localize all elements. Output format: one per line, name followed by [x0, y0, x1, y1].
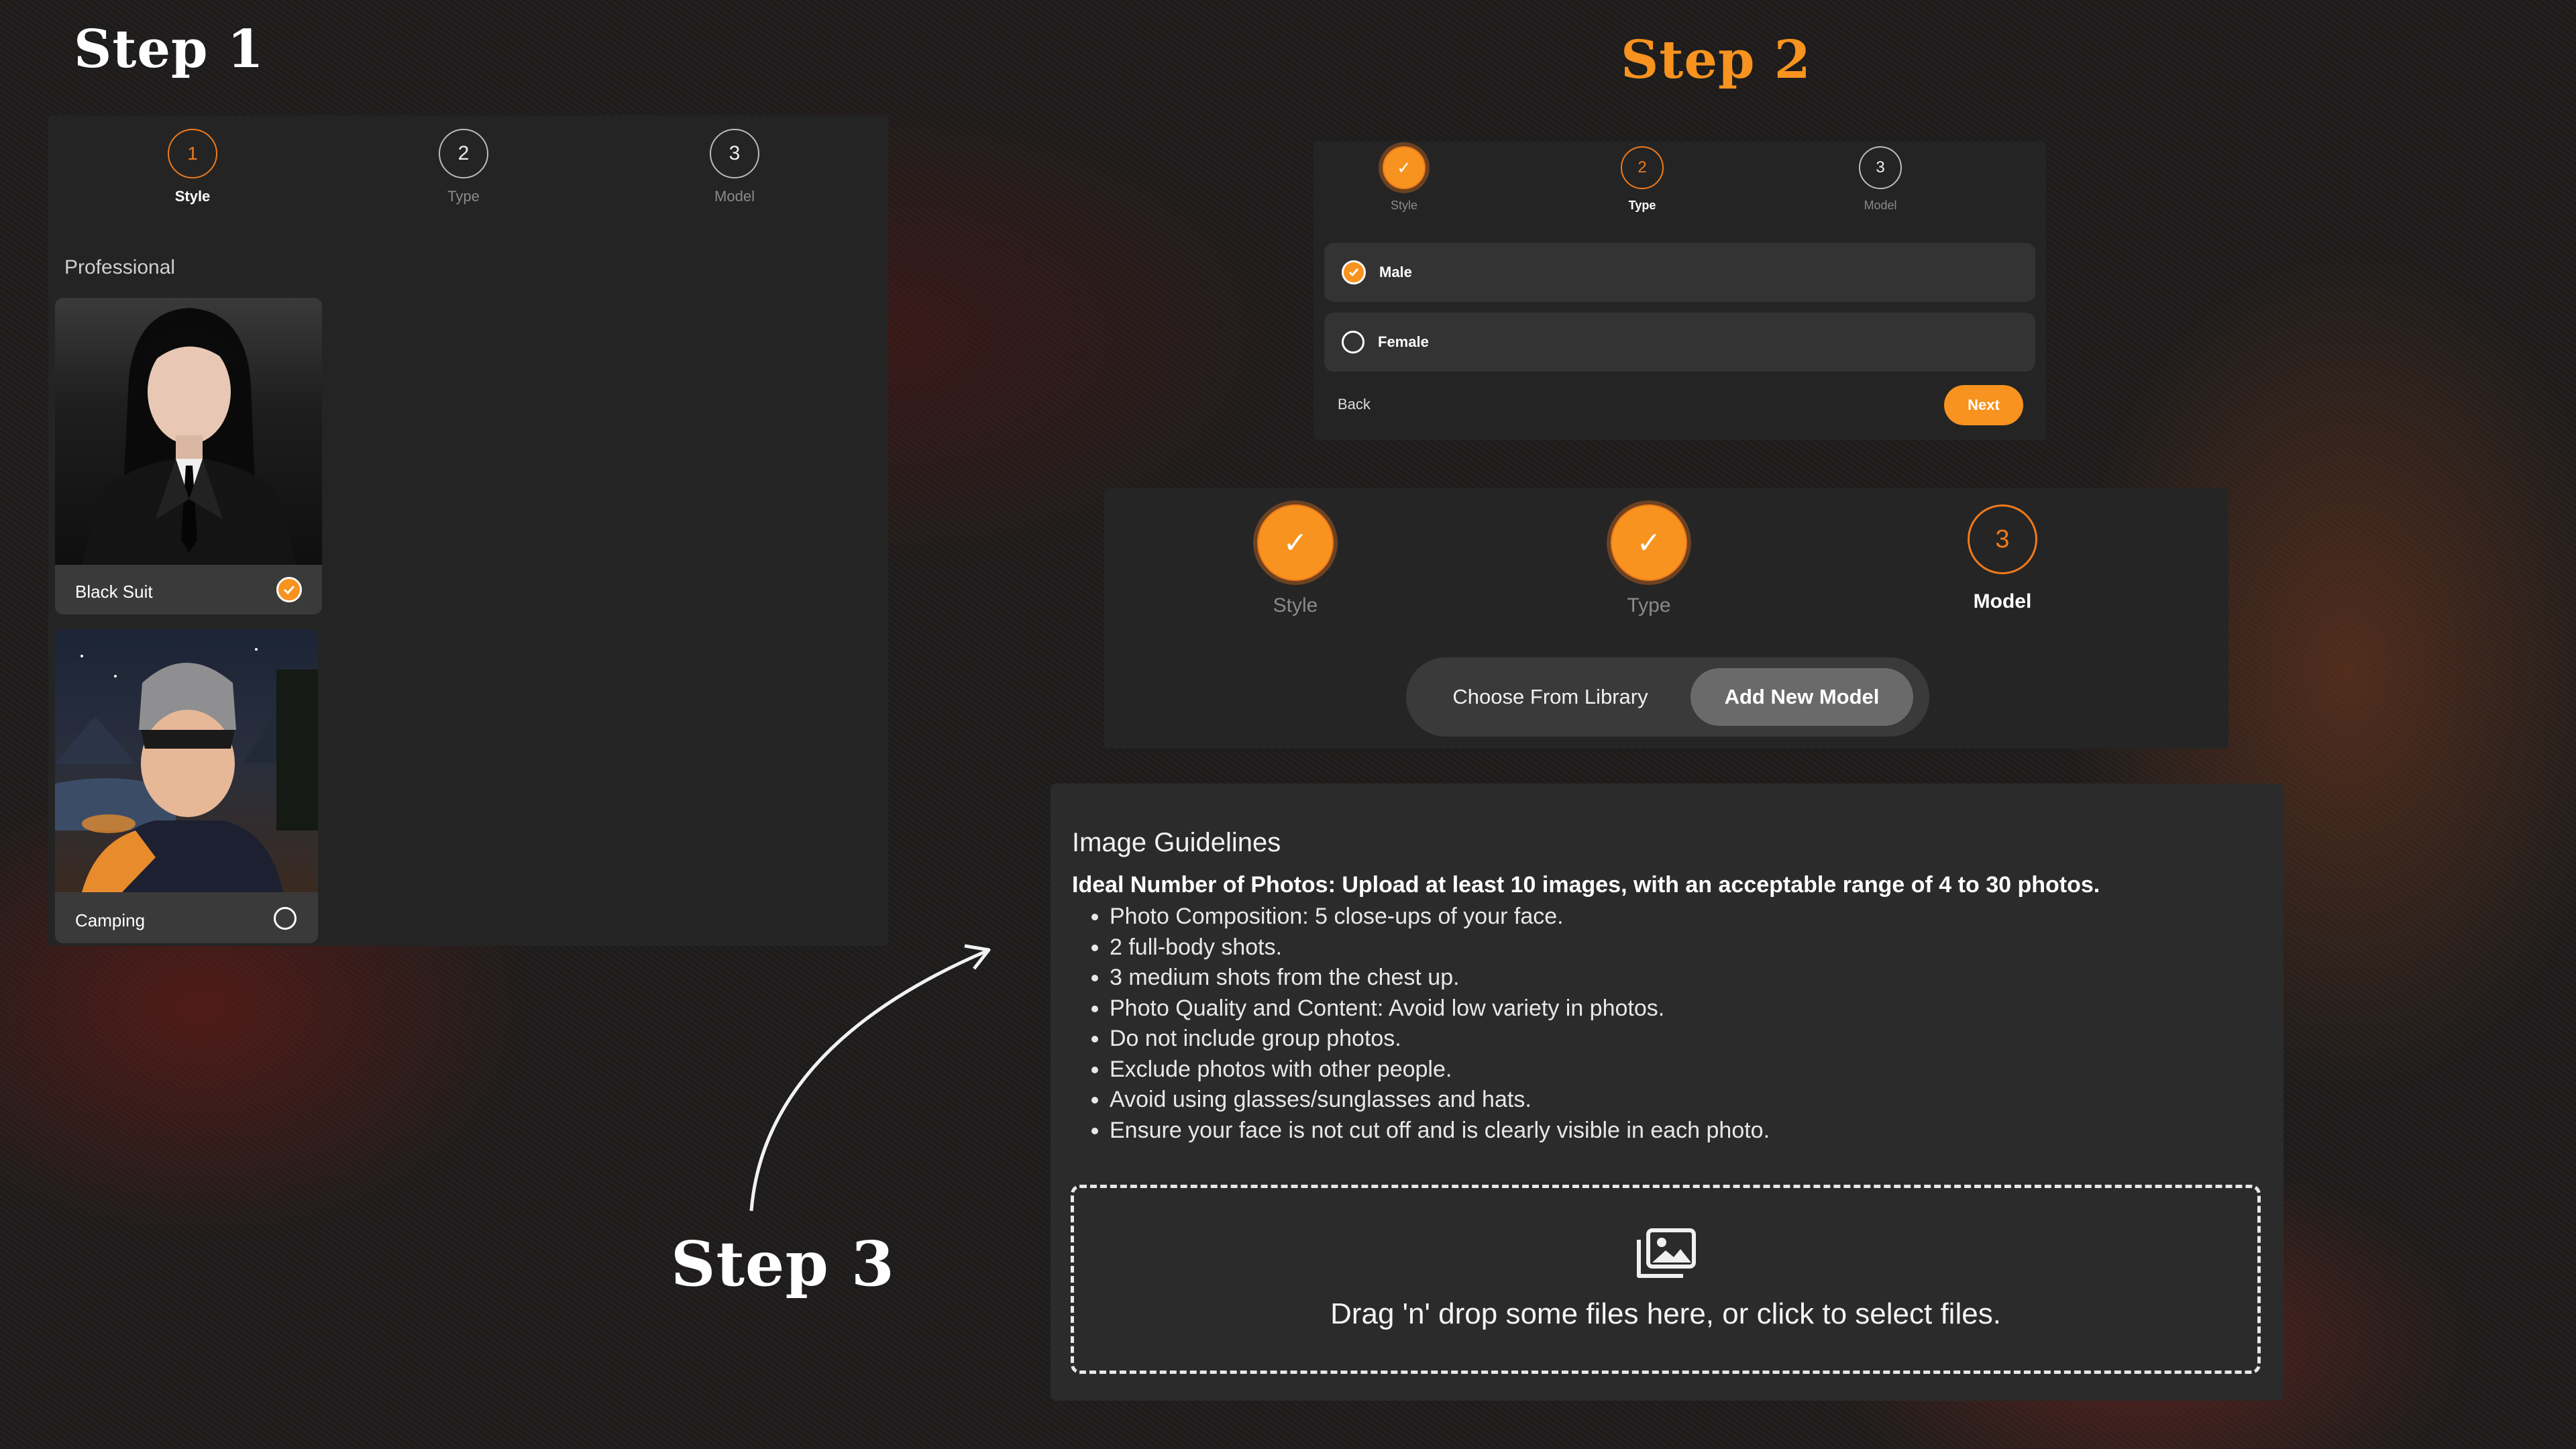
list-item: Exclude photos with other people.: [1110, 1055, 2253, 1085]
step2-title: Step 2: [1621, 30, 1811, 91]
choose-from-library-tab[interactable]: Choose From Library: [1419, 668, 1681, 726]
back-button[interactable]: Back: [1338, 396, 1371, 413]
list-item: Photo Quality and Content: Avoid low var…: [1110, 994, 2253, 1024]
list-item: Photo Composition: 5 close-ups of your f…: [1110, 902, 2253, 932]
list-item: Avoid using glasses/sunglasses and hats.: [1110, 1085, 2253, 1116]
selected-check-icon: [1342, 260, 1366, 284]
next-button[interactable]: Next: [1944, 385, 2023, 425]
step3-step-style[interactable]: ✓ Style: [1252, 504, 1339, 617]
unselected-radio-icon: [1342, 331, 1364, 354]
style-card-camping[interactable]: Camping: [55, 629, 318, 943]
step2-panel: ✓ Style 2 Type 3 Model Male Female Back …: [1313, 141, 2046, 440]
step2-step-type[interactable]: 2 Type: [1619, 146, 1666, 213]
step-label: Type: [1627, 594, 1671, 616]
guidelines-intro: Ideal Number of Photos: Upload at least …: [1072, 872, 2100, 898]
model-source-toggle: Choose From Library Add New Model: [1406, 657, 1929, 737]
step-circle: 3: [1859, 146, 1902, 189]
list-item: 3 medium shots from the chest up.: [1110, 963, 2253, 994]
step2-stepper: ✓ Style 2 Type 3 Model: [1381, 146, 1904, 213]
step-label: Model: [714, 188, 755, 205]
camping-illustration: [55, 648, 318, 892]
option-male[interactable]: Male: [1324, 243, 2035, 302]
camping-photo: [55, 629, 318, 892]
option-label: Male: [1379, 264, 1412, 280]
list-item: Ensure your face is not cut off and is c…: [1110, 1116, 2253, 1146]
section-label: Professional: [64, 256, 176, 278]
step1-panel: 1 Style 2 Type 3 Model Professional Blac…: [48, 115, 888, 946]
step-label: Model: [1973, 590, 2032, 612]
step-circle: 3: [710, 129, 759, 178]
step-label: Type: [1628, 199, 1656, 212]
curved-arrow-icon: [749, 944, 991, 1212]
dropzone-text: Drag 'n' drop some files here, or click …: [1330, 1297, 2001, 1330]
step-circle: 3: [1968, 504, 2037, 574]
guidelines-list: Photo Composition: 5 close-ups of your f…: [1072, 902, 2253, 1146]
image-upload-icon: [1633, 1228, 1698, 1281]
step3-header-panel: ✓ Style ✓ Type 3 Model Choose From Libra…: [1104, 488, 2229, 749]
option-label: Female: [1378, 333, 1429, 350]
guidelines-list-wrap: Photo Composition: 5 close-ups of your f…: [1072, 902, 2253, 1146]
guidelines-heading: Image Guidelines: [1072, 828, 1281, 857]
option-female[interactable]: Female: [1324, 313, 2035, 372]
selected-check-icon[interactable]: [276, 577, 302, 602]
black-suit-photo: [55, 298, 322, 565]
step3-step-model[interactable]: 3 Model: [1959, 504, 2046, 617]
step-label: Model: [1864, 199, 1897, 212]
step1-title: Step 1: [74, 19, 264, 80]
step-check-icon: ✓: [1257, 504, 1334, 581]
step-label: Style: [1273, 594, 1318, 616]
list-item: Do not include group photos.: [1110, 1024, 2253, 1055]
step3-stepper: ✓ Style ✓ Type 3 Model: [1252, 504, 2046, 617]
file-dropzone[interactable]: Drag 'n' drop some files here, or click …: [1071, 1185, 2261, 1374]
step-circle: 2: [1621, 146, 1664, 189]
step1-stepper: 1 Style 2 Type 3 Model: [162, 129, 765, 205]
list-item: 2 full-body shots.: [1110, 932, 2253, 963]
style-card-black-suit[interactable]: Black Suit: [55, 298, 322, 614]
step2-step-model[interactable]: 3 Model: [1857, 146, 1904, 213]
card-label: Camping: [75, 910, 146, 930]
step1-step-type[interactable]: 2 Type: [433, 129, 494, 205]
step3-upload-panel: Image Guidelines Ideal Number of Photos:…: [1051, 784, 2284, 1401]
unselected-radio-icon[interactable]: [274, 907, 297, 930]
step1-step-model[interactable]: 3 Model: [704, 129, 765, 205]
step1-step-style[interactable]: 1 Style: [162, 129, 223, 205]
step-label: Style: [174, 188, 211, 205]
step2-step-style[interactable]: ✓ Style: [1381, 146, 1428, 213]
step3-step-type[interactable]: ✓ Type: [1605, 504, 1693, 617]
step-circle: 2: [439, 129, 488, 178]
step-check-icon: ✓: [1611, 504, 1687, 581]
step-label: Type: [447, 188, 480, 205]
add-new-model-tab[interactable]: Add New Model: [1690, 668, 1913, 726]
step-circle: 1: [168, 129, 217, 178]
step3-title: Step 3: [671, 1228, 895, 1300]
portrait-illustration: [82, 308, 297, 565]
step-label: Style: [1390, 199, 1418, 212]
step-check-icon: ✓: [1383, 146, 1426, 189]
card-label: Black Suit: [75, 582, 153, 602]
